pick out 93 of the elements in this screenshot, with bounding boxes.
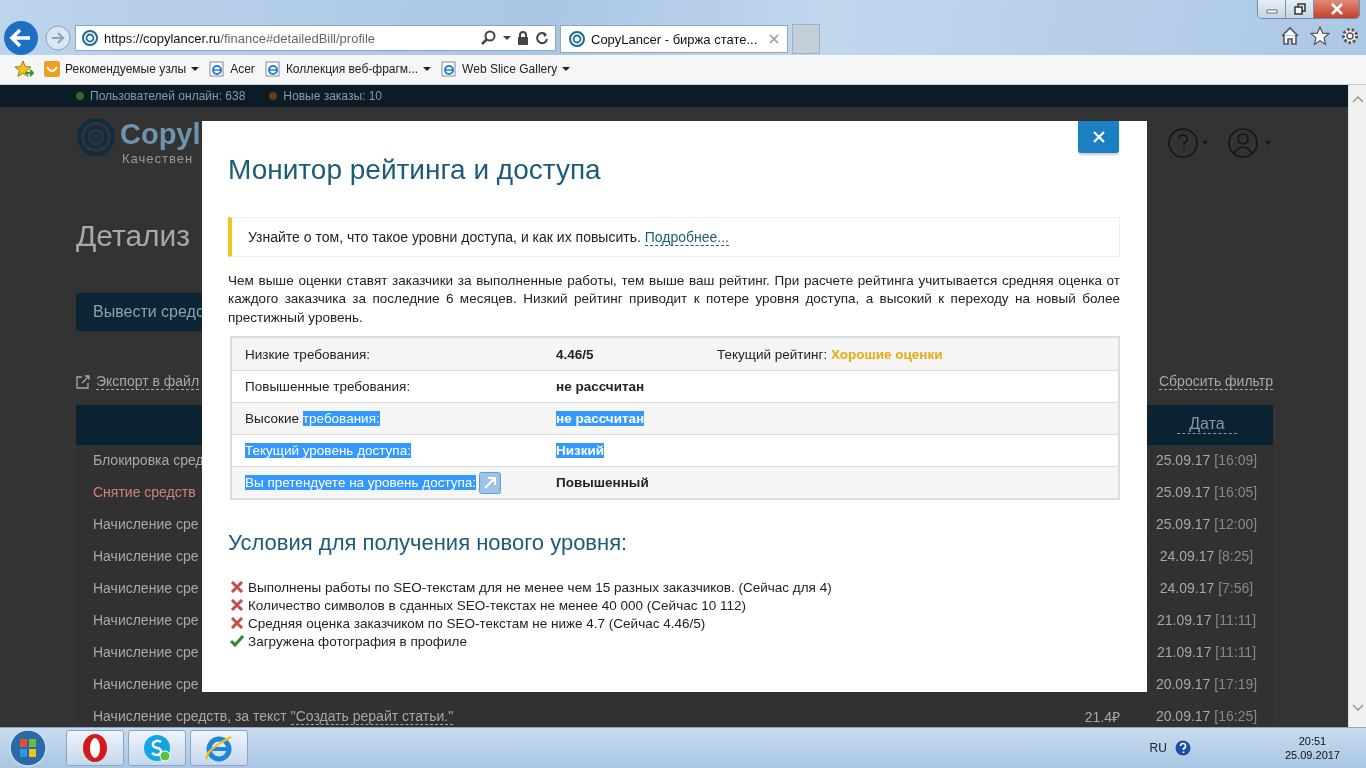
- modal-title: Монитор рейтинга и доступа: [228, 153, 602, 186]
- lock-icon[interactable]: [517, 31, 529, 45]
- table-cell: Начисление сре: [93, 548, 199, 565]
- condition-text: Количество символов в сданных SEO-текстах не менее 40 000 (Сейчас 10 112): [248, 597, 746, 613]
- suggested-sites-icon: [44, 61, 60, 78]
- taskbar-app-button[interactable]: [66, 730, 124, 766]
- table-cell: Снятие средств: [93, 484, 196, 501]
- help-icon[interactable]: [1174, 740, 1191, 756]
- webpage-icon: [264, 61, 281, 78]
- table-cell: Высокие требования:: [245, 411, 380, 427]
- table-cell-text: 21.4₽: [1083, 707, 1120, 726]
- table-cell: Начисление сре: [93, 516, 199, 533]
- start-button[interactable]: [8, 728, 48, 768]
- close-button[interactable]: [1314, 0, 1359, 18]
- taskbar-app-button[interactable]: [128, 730, 186, 766]
- table-cell: Повышенный: [556, 475, 649, 491]
- opera-icon: [80, 733, 110, 763]
- table-cell-text: 20.09.17 [17:19]: [1154, 676, 1259, 693]
- table-cell-text: 21.09.17 [11:11]: [1155, 644, 1258, 661]
- site-logo-icon: [569, 31, 585, 47]
- table-cell: Начисление сре: [93, 676, 199, 693]
- favorites-item[interactable]: Acer: [209, 61, 255, 78]
- clock[interactable]: 20:51 25.09.2017: [1284, 734, 1340, 762]
- condition-text: Выполнены работы по SEO-текстам для не менее чем 15 разных заказчиков. (Сейчас для 4): [248, 579, 832, 595]
- table-cell-text: 24.09.17 [8:25]: [1158, 548, 1255, 565]
- notice-text: Узнайте о том, что такое уровни доступа, и как их повысить. Подробнее...: [248, 228, 729, 245]
- table-cell: Начисление средств, за текст "Создать рерайт статьи.": [93, 708, 454, 725]
- site-logo-icon: [82, 30, 98, 46]
- stat-text: Новые заказы: 10: [283, 88, 383, 103]
- restore-icon: [1292, 3, 1307, 15]
- external-link-icon[interactable]: [479, 471, 502, 494]
- star-icon[interactable]: [1310, 26, 1330, 46]
- favorites-item[interactable]: Web Slice Gallery: [441, 61, 571, 78]
- address-field[interactable]: https://copylancer.ru/finance#detailedBill/profile: [75, 25, 556, 51]
- description-paragraph: Чем выше оценки ставят заказчики за выполненные работы, тем выше ваш рейтинг. При расчете рейтинга учитывается средняя оценка от каждого заказчика за последние 6 месяцев. Низкий рейтинг приводит к потере уровня доступа, а высокий к переходу на новый более престижный уровень.: [228, 271, 1120, 327]
- table-cell-text: 25.09.17 [12:00]: [1154, 516, 1259, 533]
- date-column-header[interactable]: Дата: [1177, 415, 1237, 435]
- table-cell: Вы претендуете на уровень доступа:: [245, 475, 477, 491]
- table-cell: Начисление сре: [93, 612, 199, 629]
- webpage-icon: [209, 61, 226, 78]
- logo-text: Copyl: [120, 116, 201, 151]
- table-cell-text: 25.09.17 [16:09]: [1154, 452, 1259, 469]
- page-title: Детализ: [76, 217, 191, 254]
- condition-text: Средняя оценка заказчиком по SEO-текстам не ниже 4.7 (Сейчас 4.46/5): [248, 615, 706, 631]
- table-cell: Начисление сре: [93, 644, 199, 661]
- export-icon: [76, 374, 90, 389]
- table-cell: Текущий уровень доступа:: [245, 443, 411, 459]
- search-icon[interactable]: [481, 30, 497, 46]
- table-cell: Начисление сре: [93, 580, 199, 597]
- restore-button[interactable]: [1286, 0, 1314, 18]
- table-cell: Повышенные требования:: [245, 379, 411, 395]
- close-icon: [1092, 130, 1105, 143]
- close-tab-icon[interactable]: [769, 34, 779, 44]
- favorites-item[interactable]: Рекомендуемые узлы: [44, 61, 200, 78]
- url-text: https://copylancer.ru/finance#detailedBill/profile: [104, 30, 376, 46]
- refresh-icon[interactable]: [535, 31, 549, 45]
- table-cell-text: 21.09.17 [11:11]: [1155, 612, 1258, 629]
- table-cell: Низкий: [556, 443, 605, 459]
- table-cell: Блокировка сред: [93, 452, 204, 469]
- taskbar-app-button[interactable]: [190, 730, 248, 766]
- table-cell: не рассчитан: [556, 379, 645, 395]
- favorites-star-icon[interactable]: [14, 60, 34, 79]
- home-icon[interactable]: [1280, 26, 1300, 46]
- scroll-up-icon[interactable]: [1351, 94, 1364, 103]
- article-link[interactable]: "Создать рерайт статьи.": [290, 708, 454, 726]
- section-title: Условия для получения нового уровня:: [228, 530, 629, 557]
- table-cell-text: 25.09.17 [16:05]: [1154, 484, 1259, 501]
- settings-icon[interactable]: [1340, 26, 1360, 46]
- close-button[interactable]: [1078, 120, 1119, 153]
- more-link[interactable]: Подробнее...: [644, 228, 729, 246]
- logo-tagline: Качествен: [122, 150, 195, 167]
- internet-explorer-icon: [204, 733, 234, 763]
- withdraw-button[interactable]: Вывести средс: [76, 292, 202, 331]
- scrollbar[interactable]: [1348, 84, 1366, 727]
- caret-icon[interactable]: [503, 35, 511, 41]
- table-cell: не рассчитан: [556, 411, 645, 427]
- skype-icon: [142, 733, 172, 763]
- stat-text: Пользователей онлайн: 638: [90, 88, 246, 103]
- webpage-icon: [441, 61, 458, 78]
- table-cell: Текущий рейтинг: Хорошие оценки: [717, 346, 943, 362]
- table-cell: 4.46/5: [556, 346, 594, 362]
- reset-filter-link[interactable]: Сбросить фильтр: [1158, 373, 1273, 391]
- browser-tab[interactable]: CopyLancer - биржа стате...: [560, 25, 788, 53]
- export-link[interactable]: Экспорт в файл: [96, 373, 200, 391]
- scroll-down-icon[interactable]: [1351, 704, 1364, 712]
- logo-icon: [76, 116, 116, 157]
- table-cell-text: 20.09.17 [16:25]: [1154, 708, 1259, 725]
- condition-text: Загружена фотография в профиле: [248, 633, 467, 649]
- table-cell-text: 24.09.17 [7:56]: [1158, 580, 1255, 597]
- close-icon: [1329, 3, 1344, 15]
- language-indicator[interactable]: RU: [1149, 741, 1167, 755]
- favorites-item[interactable]: Коллекция веб-фрагм...: [264, 61, 432, 78]
- table-cell: Низкие требования:: [245, 346, 371, 362]
